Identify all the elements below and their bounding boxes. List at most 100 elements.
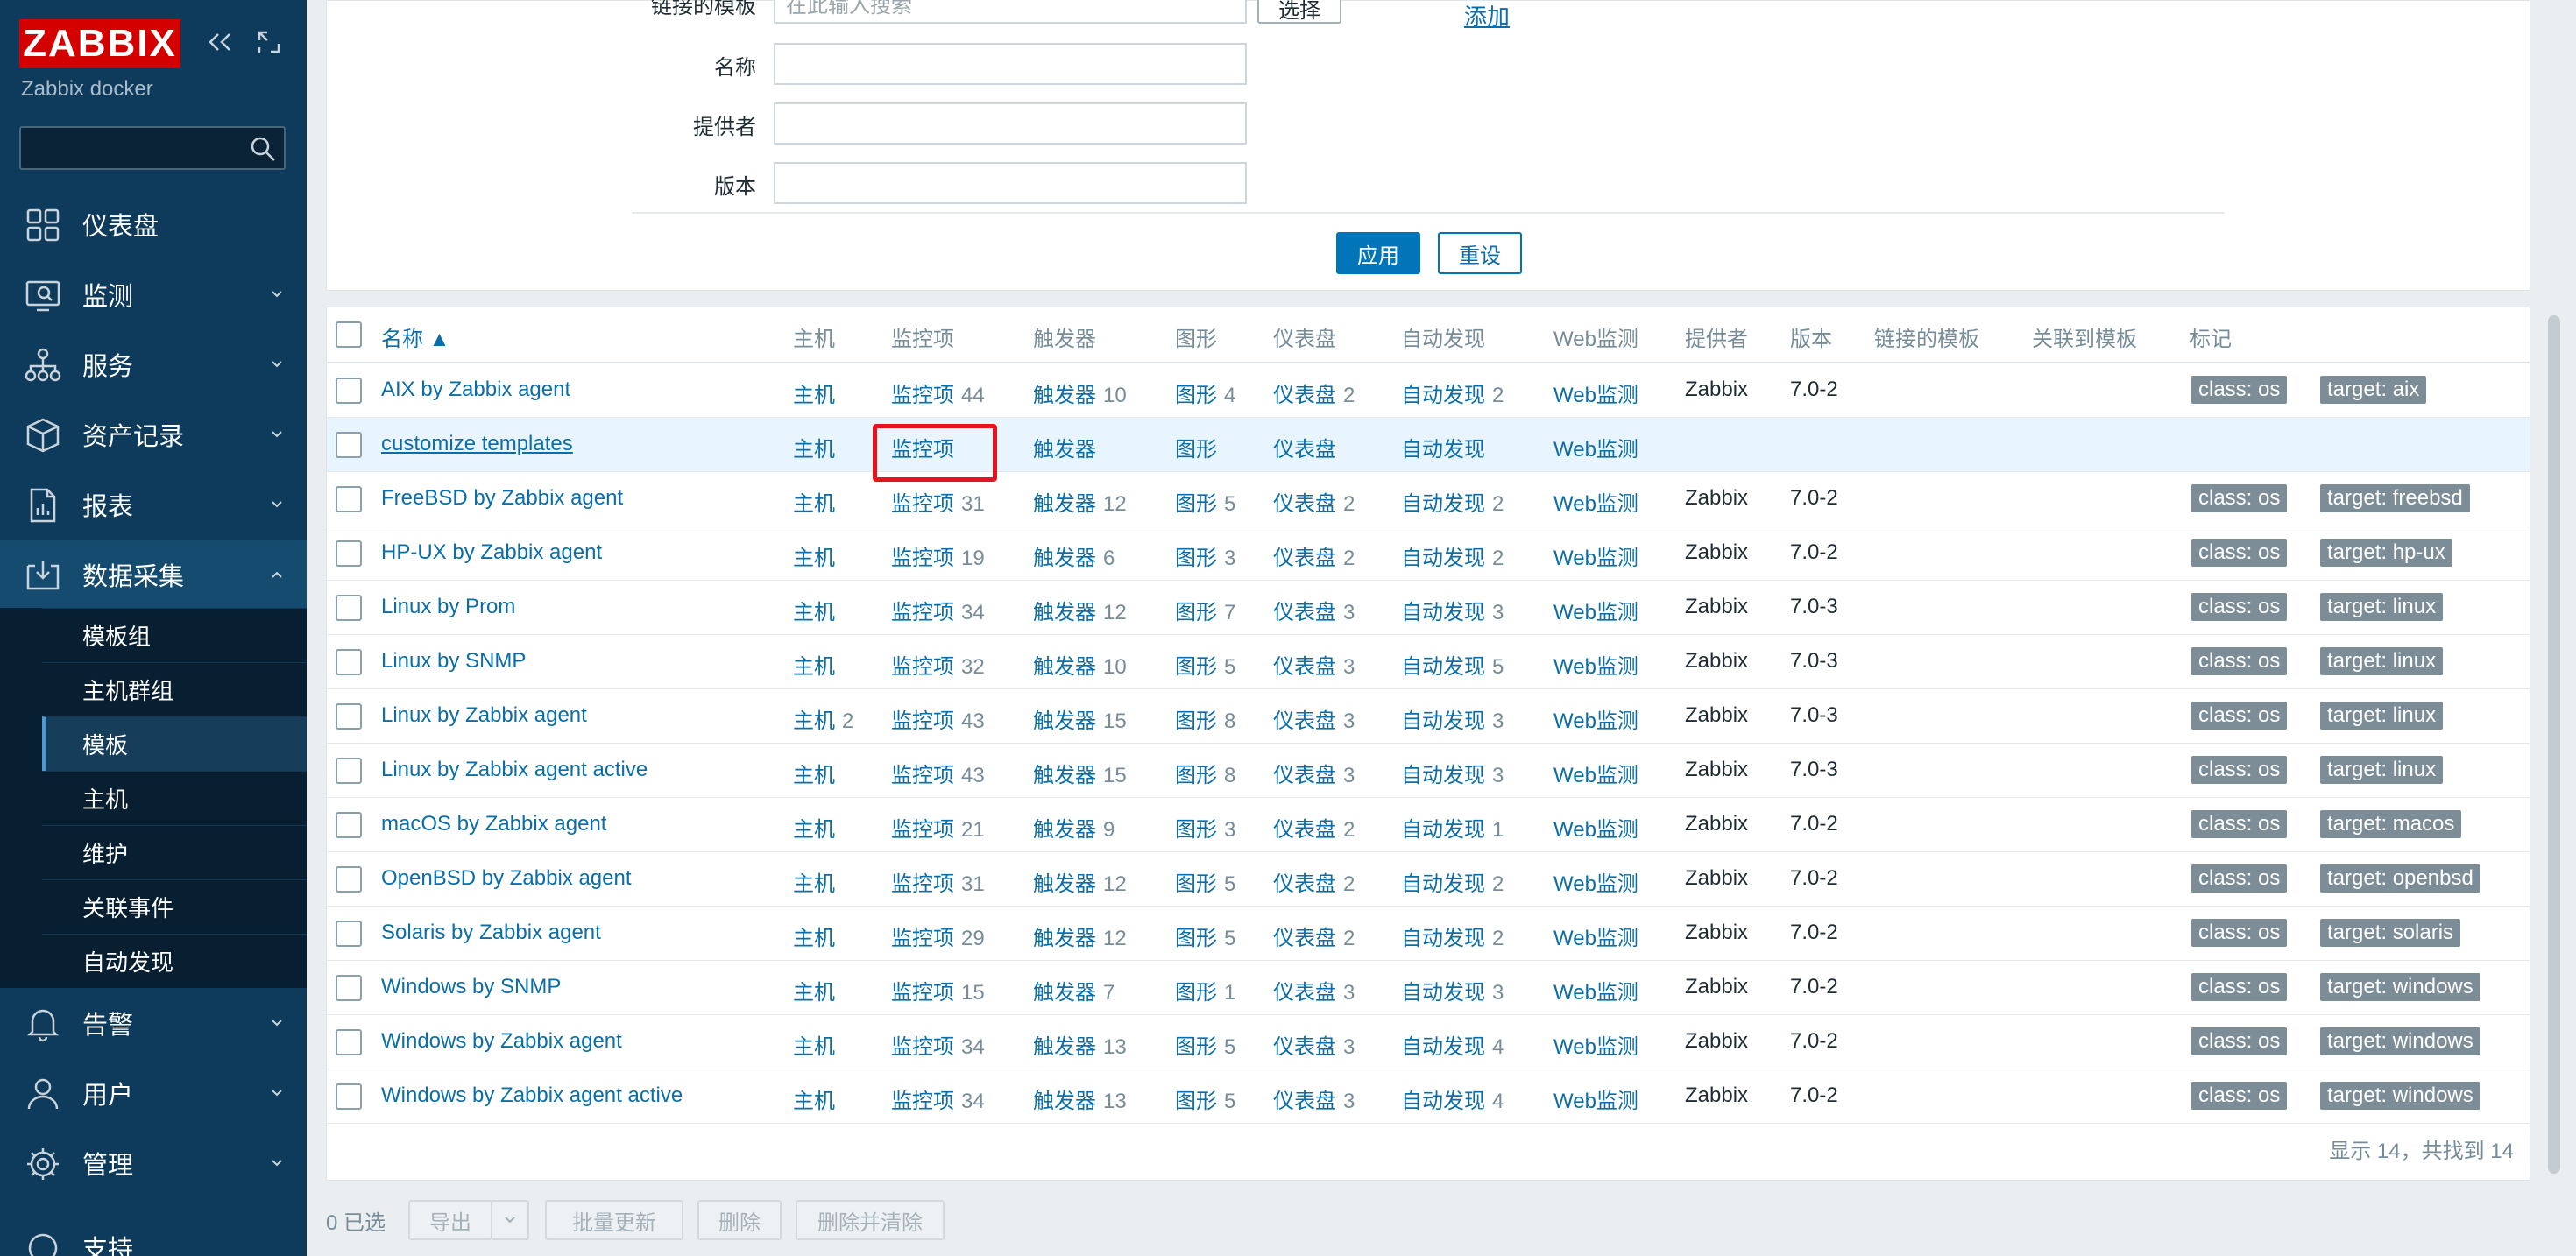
menu-users[interactable]: 用户 [0, 1058, 307, 1128]
discovery-link[interactable]: 自动发现 2 [1401, 378, 1504, 408]
version-input[interactable] [774, 162, 1247, 204]
submenu-template-groups[interactable]: 模板组 [42, 608, 307, 662]
tag-badge[interactable]: target: freebsd [2320, 484, 2470, 512]
web-link[interactable]: Web监测 [1553, 921, 1638, 951]
delete-and-clear-button[interactable]: 删除并清除 [796, 1200, 945, 1240]
hosts-link[interactable]: 主机 [793, 758, 842, 788]
tag-badge[interactable]: target: linux [2320, 702, 2444, 730]
name-input[interactable] [774, 43, 1247, 85]
menu-administration[interactable]: 管理 [0, 1128, 307, 1198]
graphs-link[interactable]: 图形 5 [1175, 486, 1235, 517]
dashboards-link[interactable]: 仪表盘 [1273, 432, 1343, 462]
zabbix-logo[interactable]: ZABBIX [19, 19, 180, 68]
hosts-link[interactable]: 主机 [793, 432, 842, 462]
discovery-link[interactable]: 自动发现 2 [1401, 921, 1504, 951]
row-checkbox[interactable] [336, 758, 362, 784]
discovery-link[interactable]: 自动发现 3 [1401, 758, 1504, 788]
submenu-templates[interactable]: 模板 [42, 716, 307, 771]
template-name-link[interactable]: Windows by Zabbix agent active [381, 1083, 683, 1108]
tag-badge[interactable]: class: os [2191, 376, 2288, 404]
tag-badge[interactable]: target: linux [2320, 647, 2444, 675]
triggers-link[interactable]: 触发器 10 [1033, 649, 1127, 680]
graphs-link[interactable]: 图形 5 [1175, 1083, 1235, 1114]
graphs-link[interactable]: 图形 3 [1175, 540, 1235, 571]
web-link[interactable]: Web监测 [1553, 812, 1638, 843]
tag-badge[interactable]: class: os [2191, 756, 2288, 784]
tag-badge[interactable]: class: os [2191, 1082, 2288, 1110]
template-name-link[interactable]: Windows by SNMP [381, 975, 561, 999]
row-checkbox[interactable] [336, 1083, 362, 1110]
hosts-link[interactable]: 主机 [793, 540, 842, 571]
triggers-link[interactable]: 触发器 12 [1033, 866, 1127, 897]
tag-badge[interactable]: target: windows [2320, 1082, 2480, 1110]
items-link[interactable]: 监控项 19 [891, 540, 985, 571]
template-name-link[interactable]: customize templates [381, 432, 573, 456]
collapse-sidebar-icon[interactable] [207, 26, 233, 58]
triggers-link[interactable]: 触发器 7 [1033, 975, 1115, 1006]
triggers-link[interactable]: 触发器 12 [1033, 595, 1127, 625]
scrollbar[interactable] [2548, 315, 2560, 1174]
tag-badge[interactable]: target: openbsd [2320, 864, 2480, 893]
discovery-link[interactable]: 自动发现 1 [1401, 812, 1504, 843]
discovery-link[interactable]: 自动发现 2 [1401, 866, 1504, 897]
web-link[interactable]: Web监测 [1553, 1029, 1638, 1060]
menu-support[interactable]: 支持 [0, 1212, 307, 1256]
graphs-link[interactable]: 图形 [1175, 432, 1224, 462]
triggers-link[interactable]: 触发器 6 [1033, 540, 1115, 571]
graphs-link[interactable]: 图形 3 [1175, 812, 1235, 843]
triggers-link[interactable]: 触发器 13 [1033, 1029, 1127, 1060]
dashboards-link[interactable]: 仪表盘 2 [1273, 921, 1355, 951]
hosts-link[interactable]: 主机 [793, 812, 842, 843]
row-checkbox[interactable] [336, 540, 362, 567]
items-link[interactable]: 监控项 15 [891, 975, 985, 1006]
template-name-link[interactable]: Solaris by Zabbix agent [381, 921, 601, 945]
triggers-link[interactable]: 触发器 13 [1033, 1083, 1127, 1114]
menu-alerts[interactable]: 告警 [0, 988, 307, 1058]
row-checkbox[interactable] [336, 378, 362, 404]
col-version[interactable]: 版本 [1790, 321, 1832, 352]
dashboards-link[interactable]: 仪表盘 2 [1273, 486, 1355, 517]
triggers-link[interactable]: 触发器 [1033, 432, 1103, 462]
discovery-link[interactable]: 自动发现 2 [1401, 486, 1504, 517]
menu-reports[interactable]: 报表 [0, 469, 307, 540]
tag-badge[interactable]: target: linux [2320, 756, 2444, 784]
submenu-discovery[interactable]: 自动发现 [42, 934, 307, 988]
items-link[interactable]: 监控项 29 [891, 921, 985, 951]
discovery-link[interactable]: 自动发现 3 [1401, 975, 1504, 1006]
triggers-link[interactable]: 触发器 10 [1033, 378, 1127, 408]
web-link[interactable]: Web监测 [1553, 866, 1638, 897]
items-link[interactable]: 监控项 31 [891, 866, 985, 897]
graphs-link[interactable]: 图形 1 [1175, 975, 1235, 1006]
col-name[interactable]: 名称 ▲ [381, 321, 449, 352]
sidebar-search-input[interactable] [19, 126, 286, 170]
dashboards-link[interactable]: 仪表盘 3 [1273, 1083, 1355, 1114]
items-link[interactable]: 监控项 43 [891, 703, 985, 734]
dashboards-link[interactable]: 仪表盘 3 [1273, 703, 1355, 734]
menu-dashboard[interactable]: 仪表盘 [0, 189, 307, 259]
discovery-link[interactable]: 自动发现 3 [1401, 703, 1504, 734]
tag-badge[interactable]: class: os [2191, 593, 2288, 621]
dashboards-link[interactable]: 仪表盘 3 [1273, 649, 1355, 680]
dashboards-link[interactable]: 仪表盘 2 [1273, 812, 1355, 843]
row-checkbox[interactable] [336, 486, 362, 512]
hosts-link[interactable]: 主机 [793, 866, 842, 897]
menu-services[interactable]: 服务 [0, 329, 307, 399]
mass-update-button[interactable]: 批量更新 [545, 1200, 683, 1240]
items-link[interactable]: 监控项 34 [891, 1029, 985, 1060]
submenu-event-correlation[interactable]: 关联事件 [42, 879, 307, 934]
graphs-link[interactable]: 图形 7 [1175, 595, 1235, 625]
triggers-link[interactable]: 触发器 12 [1033, 486, 1127, 517]
discovery-link[interactable]: 自动发现 4 [1401, 1083, 1504, 1114]
graphs-link[interactable]: 图形 5 [1175, 1029, 1235, 1060]
triggers-link[interactable]: 触发器 12 [1033, 921, 1127, 951]
hosts-link[interactable]: 主机 [793, 378, 842, 408]
search-icon[interactable] [249, 135, 277, 163]
tag-badge[interactable]: class: os [2191, 539, 2288, 567]
hosts-link[interactable]: 主机 [793, 975, 842, 1006]
tag-badge[interactable]: target: linux [2320, 593, 2444, 621]
web-link[interactable]: Web监测 [1553, 486, 1638, 517]
discovery-link[interactable]: 自动发现 3 [1401, 595, 1504, 625]
discovery-link[interactable]: 自动发现 5 [1401, 649, 1504, 680]
export-dropdown-button[interactable] [491, 1200, 529, 1240]
menu-monitoring[interactable]: 监测 [0, 259, 307, 329]
